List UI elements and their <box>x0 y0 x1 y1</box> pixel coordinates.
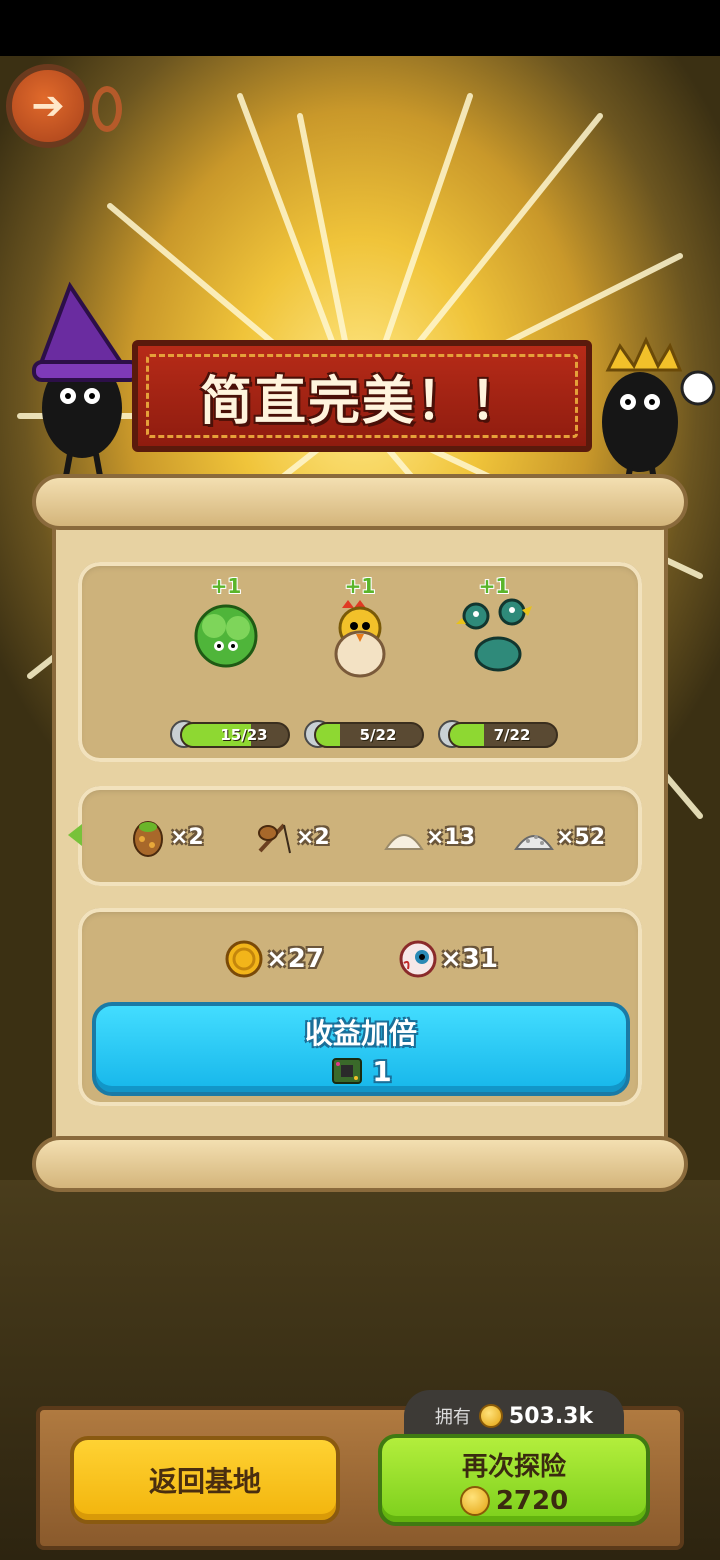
pet-gain: +1 <box>210 574 242 598</box>
double-reward-button[interactable]: 收益加倍 1 <box>92 1002 630 1096</box>
explore-again-label: 再次探险 <box>461 1452 566 1482</box>
item-entry: ×2 <box>128 812 204 862</box>
pet-progress-text: 15/23 <box>220 726 268 744</box>
spotted-egg-icon <box>133 821 163 857</box>
reward-entry: ×27 <box>224 934 324 984</box>
item-entry: ×52 <box>514 812 605 862</box>
item-count: ×2 <box>296 824 330 850</box>
back-arrow-icon: ➔ <box>31 83 65 129</box>
explore-again-cost: 2720 <box>382 1486 646 1516</box>
reward-count: ×31 <box>440 944 498 974</box>
eyeball-icon <box>399 940 437 978</box>
back-ring-decoration <box>92 86 122 132</box>
flour-pile-icon <box>384 834 424 850</box>
scroll-roll-bottom <box>32 1136 688 1192</box>
status-bar <box>0 0 720 56</box>
gold-coin-icon <box>459 1486 490 1516</box>
explore-again-button[interactable]: 再次探险 2720 <box>378 1434 650 1526</box>
slingshot-icon <box>258 823 291 854</box>
pet-progress-bar: 7/22 <box>448 722 558 748</box>
double-reward-label: 收益加倍 <box>304 1017 417 1050</box>
owned-value: 503.3k <box>508 1403 594 1429</box>
item-count: ×2 <box>170 824 204 850</box>
pet-gain: +1 <box>344 574 376 598</box>
item-entry: ×13 <box>384 812 475 862</box>
back-button[interactable]: ➔ <box>6 64 90 148</box>
king-mascot-icon <box>602 336 716 492</box>
witch-mascot-icon <box>32 281 140 476</box>
double-reward-cost: 1 <box>96 1054 626 1088</box>
scroll-left-arrow-icon[interactable] <box>68 824 82 846</box>
pet-card: +1 15/23 <box>166 574 290 754</box>
pet-progress-text: 5/22 <box>359 726 397 744</box>
circuit-chip-icon <box>332 1058 363 1084</box>
hatching-chick-icon <box>334 600 386 678</box>
return-home-button[interactable]: 返回基地 <box>70 1436 340 1524</box>
item-count: ×13 <box>426 824 476 850</box>
explore-again-cost-value: 2720 <box>495 1486 569 1516</box>
pet-card: +1 7/22 <box>434 574 558 754</box>
reward-count: ×27 <box>266 944 324 974</box>
pet-card: +1 5/22 <box>300 574 424 754</box>
gold-coin-icon <box>225 940 263 978</box>
return-home-label: 返回基地 <box>148 1465 261 1498</box>
result-banner: 简直完美！！ <box>132 340 592 452</box>
owned-label: 拥有 <box>434 1407 471 1428</box>
gold-coin-icon <box>478 1404 503 1428</box>
double-reward-cost-value: 1 <box>372 1054 392 1088</box>
scroll-roll-top <box>32 474 688 530</box>
pet-progress-text: 7/22 <box>493 726 531 744</box>
item-count: ×52 <box>556 824 606 850</box>
pet-gain: +1 <box>478 574 510 598</box>
rice-pile-icon <box>514 835 554 850</box>
banner-title: 简直完美！！ <box>199 371 524 432</box>
two-headed-ostrich-icon <box>456 598 532 672</box>
pet-progress-bar: 15/23 <box>180 722 290 748</box>
pet-progress-bar: 5/22 <box>314 722 424 748</box>
lettuce-creature-icon <box>194 604 258 668</box>
reward-entry: ×31 <box>398 934 498 984</box>
item-entry: ×2 <box>254 812 330 862</box>
